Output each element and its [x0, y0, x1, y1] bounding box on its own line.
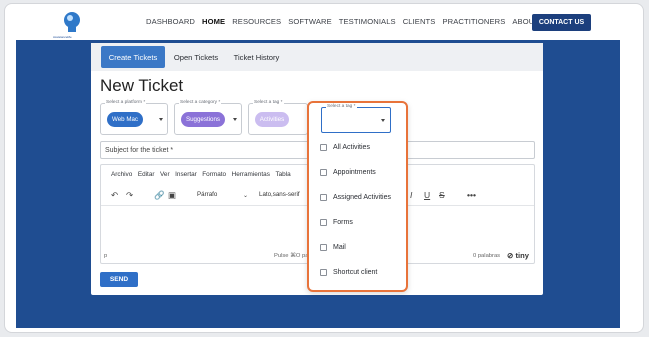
menu-tabla[interactable]: Tabla	[275, 171, 290, 178]
font-select[interactable]: Lato,sans-serif	[259, 191, 300, 198]
nav-testimonials[interactable]: TESTIMONIALS	[339, 17, 396, 26]
nav-software[interactable]: SOFTWARE	[288, 17, 332, 26]
logo-text: AssistanceMe	[53, 35, 72, 39]
tag-dropdown: Select a tag * All Activities Appointmen…	[307, 101, 408, 292]
option-label: All Activities	[333, 143, 370, 151]
option-appointments[interactable]: Appointments	[320, 166, 376, 178]
tag-dropdown-label: Select a tag *	[326, 104, 357, 109]
chevron-up-icon[interactable]	[381, 119, 385, 122]
italic-icon[interactable]: I	[410, 190, 412, 200]
platform-select-label: Select a platform *	[105, 100, 147, 105]
nav-home[interactable]: HOME	[202, 17, 225, 26]
option-label: Shortcut client	[333, 268, 378, 276]
send-button[interactable]: SEND	[100, 272, 138, 287]
category-select-label: Select a category *	[179, 100, 222, 105]
platform-chip[interactable]: Web Mac	[107, 112, 143, 127]
option-assigned-activities[interactable]: Assigned Activities	[320, 191, 391, 203]
more-icon[interactable]: •••	[467, 190, 476, 200]
option-label: Mail	[333, 243, 346, 251]
checkbox[interactable]	[320, 218, 327, 226]
menu-formato[interactable]: Formato	[202, 171, 226, 178]
tag-select[interactable]: Select a tag * Activities	[248, 100, 308, 135]
path-indicator: p	[104, 253, 108, 259]
checkbox[interactable]	[320, 268, 327, 276]
contact-us-button[interactable]: CONTACT US	[532, 14, 591, 31]
nav-clients[interactable]: CLIENTS	[403, 17, 436, 26]
platform-select[interactable]: Select a platform * Web Mac	[100, 100, 168, 135]
nav-dashboard[interactable]: DASHBOARD	[146, 17, 195, 26]
category-chip[interactable]: Suggestions	[181, 112, 225, 127]
menu-archivo[interactable]: Archivo	[111, 171, 132, 178]
option-label: Appointments	[333, 168, 376, 176]
top-navbar: AssistanceMe DASHBOARD HOME RESOURCES SO…	[25, 5, 617, 43]
chevron-down-icon[interactable]: ⌄	[243, 192, 248, 199]
tabs-bar: Create Tickets Open Tickets Ticket Histo…	[91, 43, 543, 71]
word-count: 0 palabras	[473, 253, 501, 259]
checkbox[interactable]	[320, 143, 327, 151]
image-icon[interactable]: ▣	[168, 190, 176, 201]
editor-menubar: Archivo Editar Ver Insertar Formato Herr…	[111, 171, 296, 178]
redo-icon[interactable]: ↷	[126, 190, 133, 201]
link-icon[interactable]: 🔗	[154, 190, 165, 201]
option-label: Forms	[333, 218, 353, 226]
tiny-logo-icon[interactable]: ⊘ tiny	[507, 251, 529, 260]
checkbox[interactable]	[320, 193, 327, 201]
option-shortcut-client[interactable]: Shortcut client	[320, 266, 377, 278]
brain-logo-icon[interactable]	[61, 10, 83, 38]
option-label: Assigned Activities	[333, 193, 391, 201]
menu-editar[interactable]: Editar	[138, 171, 155, 178]
nav-links: DASHBOARD HOME RESOURCES SOFTWARE TESTIM…	[146, 17, 559, 26]
tag-chip[interactable]: Activities	[255, 112, 289, 127]
chevron-down-icon[interactable]	[233, 118, 237, 121]
paragraph-select[interactable]: Párrafo	[197, 191, 217, 198]
tab-open-tickets[interactable]: Open Tickets	[170, 46, 222, 68]
tag-select-label: Select a tag *	[253, 100, 284, 105]
tiny-brand: tiny	[515, 251, 529, 260]
tab-ticket-history[interactable]: Ticket History	[228, 46, 285, 68]
menu-ver[interactable]: Ver	[160, 171, 170, 178]
underline-icon[interactable]: U	[424, 190, 430, 200]
option-all-activities[interactable]: All Activities	[320, 141, 370, 153]
page-title: New Ticket	[100, 76, 184, 95]
menu-herramientas[interactable]: Herramientas	[232, 171, 270, 178]
chevron-down-icon[interactable]	[159, 118, 163, 121]
undo-icon[interactable]: ↶	[111, 190, 118, 201]
tag-dropdown-input[interactable]: Select a tag *	[321, 104, 391, 133]
option-mail[interactable]: Mail	[320, 241, 346, 253]
menu-insertar[interactable]: Insertar	[175, 171, 197, 178]
tab-create-tickets[interactable]: Create Tickets	[101, 46, 165, 68]
option-forms[interactable]: Forms	[320, 216, 353, 228]
browser-frame: AssistanceMe DASHBOARD HOME RESOURCES SO…	[4, 3, 644, 333]
checkbox[interactable]	[320, 243, 327, 251]
category-select[interactable]: Select a category * Suggestions	[174, 100, 242, 135]
strikethrough-icon[interactable]: S	[439, 190, 445, 200]
nav-practitioners[interactable]: PRACTITIONERS	[442, 17, 505, 26]
checkbox[interactable]	[320, 168, 327, 176]
nav-resources[interactable]: RESOURCES	[232, 17, 281, 26]
